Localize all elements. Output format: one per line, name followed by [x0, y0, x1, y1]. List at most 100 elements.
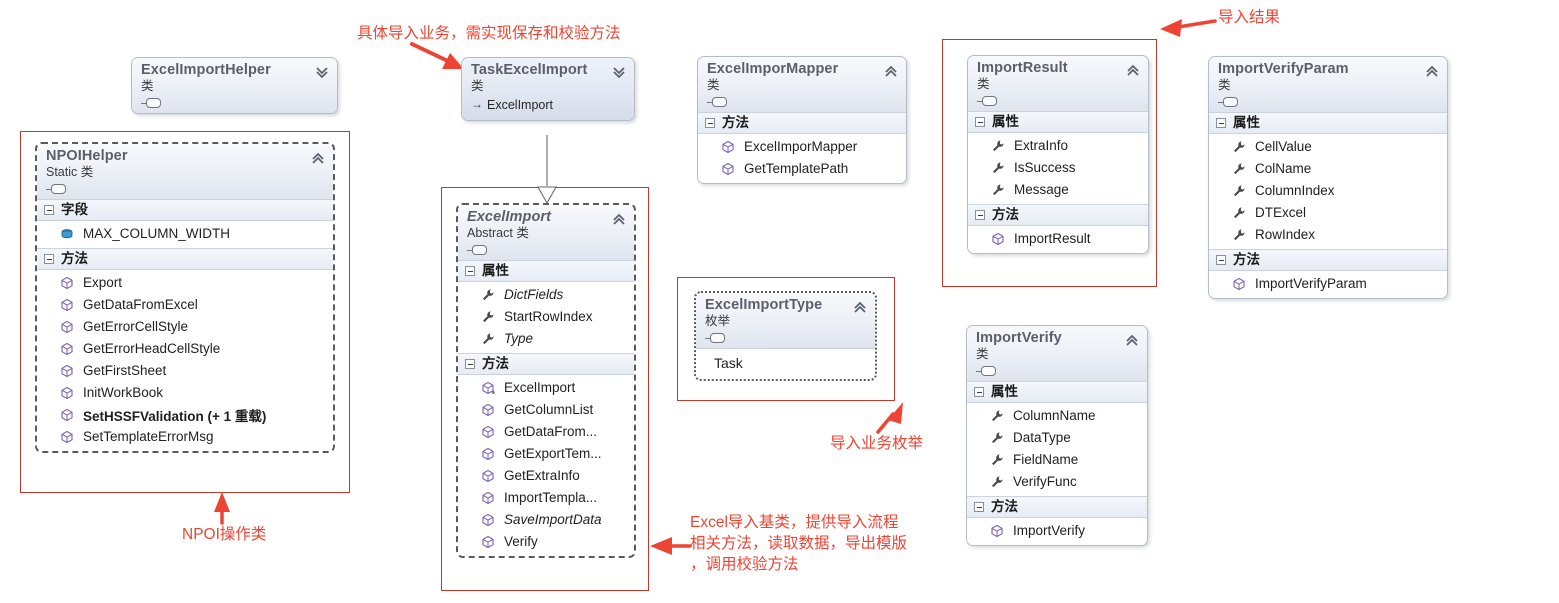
member-row[interactable]: ExtraInfo	[968, 135, 1148, 157]
chevron-up-icon[interactable]	[883, 63, 899, 79]
member-row[interactable]: CellValue	[1209, 136, 1447, 158]
member-list-properties: ExtraInfo IsSuccess Message	[968, 132, 1148, 204]
box-header: ExcelImporMapper 类	[698, 57, 906, 112]
member-row[interactable]: GetExportTem...	[458, 443, 634, 465]
member-row[interactable]: ImportResult	[968, 228, 1148, 250]
member-row[interactable]: DTExcel	[1209, 202, 1447, 224]
member-row[interactable]: SaveImportData	[458, 509, 634, 531]
member-list-methods: Export GetDataFromExcel GetErrorCellStyl…	[37, 269, 333, 451]
member-row[interactable]: MAX_COLUMN_WIDTH	[37, 223, 333, 245]
section-header-properties[interactable]: 属性	[967, 380, 1147, 403]
member-label: CellValue	[1255, 139, 1312, 155]
collapse-toggle-icon[interactable]	[44, 253, 54, 264]
lollipop-icon	[705, 332, 727, 344]
member-row[interactable]: ExcelImport	[458, 377, 634, 399]
member-row[interactable]: GetExtraInfo	[458, 465, 634, 487]
section-label: 属性	[1233, 115, 1260, 131]
member-row[interactable]: ImportTempla...	[458, 487, 634, 509]
collapse-toggle-icon[interactable]	[1216, 254, 1226, 265]
lollipop-icon	[976, 365, 998, 377]
member-row[interactable]: Verify	[458, 531, 634, 553]
section-header-properties[interactable]: 属性	[458, 259, 634, 282]
annotation-base-note-line2: 相关方法，读取数据，导出模版	[690, 534, 908, 552]
chevron-down-icon[interactable]	[314, 64, 330, 80]
collapse-toggle-icon[interactable]	[44, 204, 54, 215]
collapse-toggle-icon[interactable]	[975, 209, 985, 220]
collapse-toggle-icon[interactable]	[1216, 117, 1226, 128]
collapse-toggle-icon[interactable]	[974, 386, 984, 397]
chevron-up-icon[interactable]	[1424, 63, 1440, 79]
class-box-import-verify[interactable]: ImportVerify 类 属性 ColumnName DataType Fi…	[966, 325, 1148, 546]
member-row[interactable]: SetTemplateErrorMsg	[37, 426, 333, 448]
method-cube-icon	[61, 276, 73, 289]
member-row[interactable]: GetDataFrom...	[458, 421, 634, 443]
member-row[interactable]: Message	[968, 179, 1148, 201]
member-row[interactable]: SetHSSFValidation (+ 1 重载)	[37, 404, 333, 426]
class-box-excel-import-helper[interactable]: ExcelImportHelper 类	[131, 57, 338, 114]
member-row[interactable]: InitWorkBook	[37, 382, 333, 404]
section-header-methods[interactable]: 方法	[698, 111, 906, 134]
class-box-task-excel-import[interactable]: TaskExcelImport 类 → ExcelImport	[461, 57, 635, 122]
class-box-import-verify-param[interactable]: ImportVerifyParam 类 属性 CellValue ColName…	[1208, 56, 1448, 299]
section-header-methods[interactable]: 方法	[1209, 248, 1447, 271]
member-row[interactable]: Type	[458, 328, 634, 350]
section-header-methods[interactable]: 方法	[37, 247, 333, 270]
member-row[interactable]: DataType	[967, 427, 1147, 449]
member-row[interactable]: GetDataFromExcel	[37, 294, 333, 316]
member-label: GetExtraInfo	[504, 468, 580, 484]
collapse-toggle-icon[interactable]	[465, 265, 475, 276]
member-row[interactable]: ExcelImporMapper	[698, 136, 906, 158]
member-row[interactable]: RowIndex	[1209, 224, 1447, 246]
section-header-methods[interactable]: 方法	[968, 203, 1148, 226]
section-header-methods[interactable]: 方法	[458, 352, 634, 375]
chevron-up-icon[interactable]	[1125, 62, 1141, 78]
member-row[interactable]: ImportVerifyParam	[1209, 273, 1447, 295]
collapse-toggle-icon[interactable]	[974, 501, 984, 512]
member-label: Message	[1014, 182, 1069, 198]
lollipop-icon	[467, 244, 489, 256]
class-box-import-result[interactable]: ImportResult 类 属性 ExtraInfo IsSuccess Me…	[967, 55, 1149, 254]
class-box-excel-impor-mapper[interactable]: ExcelImporMapper 类 方法 ExcelImporMapper G…	[697, 56, 907, 184]
collapse-toggle-icon[interactable]	[975, 116, 985, 127]
member-row[interactable]: VerifyFunc	[967, 471, 1147, 493]
section-header-properties[interactable]: 属性	[968, 110, 1148, 133]
member-row[interactable]: StartRowIndex	[458, 306, 634, 328]
chevron-up-icon[interactable]	[1124, 332, 1140, 348]
member-row[interactable]: GetFirstSheet	[37, 360, 333, 382]
section-header-methods[interactable]: 方法	[967, 495, 1147, 518]
collapse-toggle-icon[interactable]	[465, 358, 475, 369]
class-box-excel-import[interactable]: ExcelImport Abstract 类 属性 DictFields Sta…	[456, 203, 636, 558]
section-header-properties[interactable]: 属性	[1209, 111, 1447, 134]
wrench-icon	[992, 410, 1003, 421]
member-row[interactable]: ColumnName	[967, 405, 1147, 427]
member-row[interactable]: GetErrorCellStyle	[37, 316, 333, 338]
section-header-fields[interactable]: 字段	[37, 198, 333, 221]
member-row[interactable]: ColName	[1209, 158, 1447, 180]
chevron-down-icon[interactable]	[611, 64, 627, 80]
chevron-up-icon[interactable]	[310, 150, 326, 166]
member-row[interactable]: ColumnIndex	[1209, 180, 1447, 202]
enum-box-excel-import-type[interactable]: ExcelImportType 枚举 Task	[694, 291, 877, 381]
member-row[interactable]: DictFields	[458, 284, 634, 306]
member-row[interactable]: GetErrorHeadCellStyle	[37, 338, 333, 360]
member-row[interactable]: GetTemplatePath	[698, 158, 906, 180]
class-title: ImportVerify	[976, 330, 1062, 346]
member-row[interactable]: IsSuccess	[968, 157, 1148, 179]
chevron-up-icon[interactable]	[611, 211, 627, 227]
member-row[interactable]: GetColumnList	[458, 399, 634, 421]
class-stereotype: 类	[141, 79, 154, 94]
class-stereotype: 类	[707, 78, 720, 93]
chevron-up-icon[interactable]	[852, 299, 868, 315]
member-row[interactable]: FieldName	[967, 449, 1147, 471]
collapse-toggle-icon[interactable]	[705, 117, 715, 128]
lollipop-icon	[46, 183, 68, 195]
arrow-enum-note	[876, 402, 903, 434]
annotation-task-note: 具体导入业务，需实现保存和校验方法	[357, 25, 621, 42]
enum-member[interactable]: Task	[696, 353, 875, 373]
member-label: MAX_COLUMN_WIDTH	[83, 226, 231, 242]
member-label: IsSuccess	[1014, 160, 1076, 176]
member-row[interactable]: ImportVerify	[967, 520, 1147, 542]
member-row[interactable]: Export	[37, 272, 333, 294]
class-box-npoi-helper[interactable]: NPOIHelper Static 类 字段 MAX_COLUMN_WIDTH …	[35, 142, 335, 453]
class-stereotype: 类	[976, 347, 989, 362]
